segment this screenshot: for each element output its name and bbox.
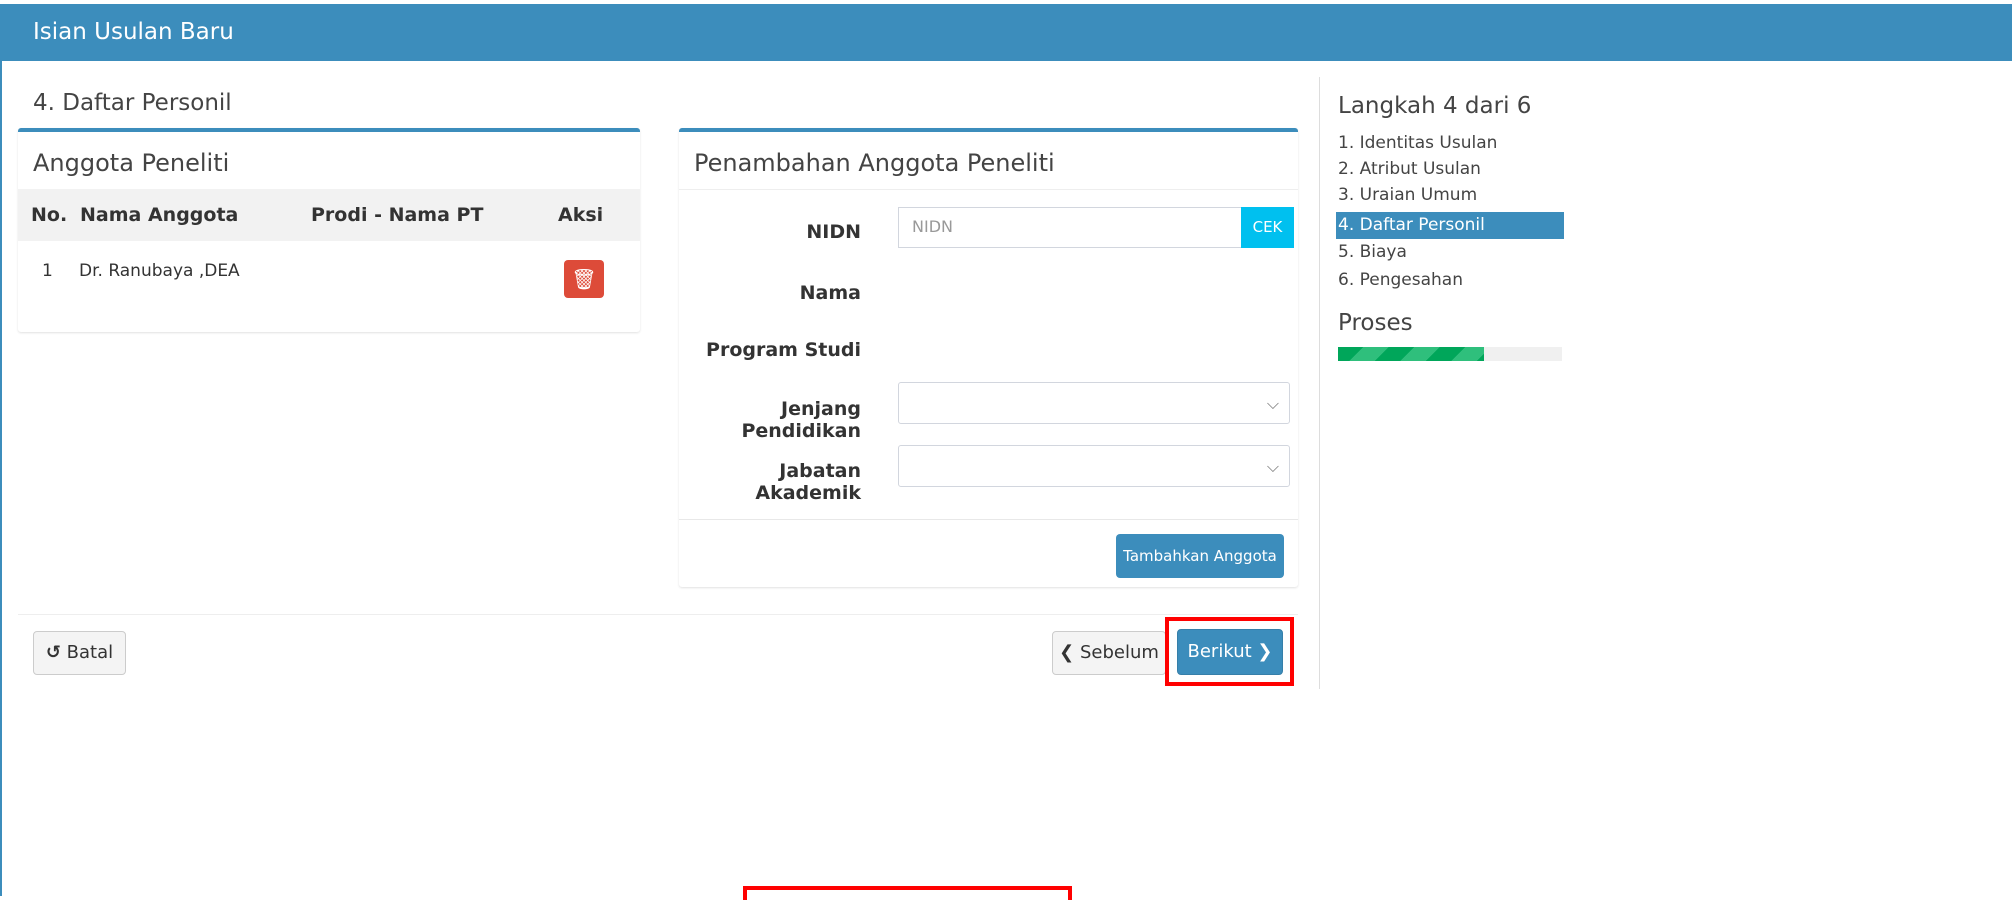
col-prodi: Prodi - Nama PT (311, 204, 484, 226)
sebelum-label: Sebelum (1079, 642, 1159, 663)
footer-divider (18, 614, 1298, 615)
progress-bar (1338, 347, 1562, 361)
chevron-down-icon: ⌵ (1266, 457, 1279, 476)
sidebar-divider (1319, 77, 1320, 689)
batal-button[interactable]: ↺ Batal (33, 631, 126, 675)
undo-icon: ↺ (45, 642, 61, 663)
table-header: No. Nama Anggota Prodi - Nama PT Aksi (18, 189, 640, 241)
nidn-input[interactable]: NIDN (898, 207, 1242, 248)
jenjang-label: Jenjang Pendidikan (741, 398, 861, 442)
proses-title: Proses (1338, 310, 1413, 336)
page-title: Isian Usulan Baru (33, 19, 234, 45)
nidn-label: NIDN (806, 221, 861, 243)
nama-label: Nama (799, 282, 861, 304)
delete-member-button[interactable]: 🗑 (564, 260, 604, 298)
highlight-bottom (743, 886, 1072, 900)
trash-icon: 🗑 (571, 267, 597, 291)
section-title: 4. Daftar Personil (33, 90, 232, 116)
jenjang-select[interactable]: ⌵ (898, 382, 1290, 424)
chevron-down-icon: ⌵ (1266, 394, 1279, 413)
step-item-biaya[interactable]: 5. Biaya (1338, 242, 1407, 262)
form-footer-divider (679, 519, 1298, 520)
step-item-daftar-personil[interactable]: 4. Daftar Personil (1336, 212, 1564, 239)
step-title: Langkah 4 dari 6 (1338, 93, 1532, 119)
progress-fill (1338, 347, 1484, 361)
batal-label: Batal (66, 642, 114, 663)
step-item-atribut[interactable]: 2. Atribut Usulan (1338, 159, 1481, 179)
page-header: Isian Usulan Baru (0, 4, 2012, 61)
step-item-pengesahan[interactable]: 6. Pengesahan (1338, 270, 1463, 290)
sebelum-button[interactable]: ❮ Sebelum (1052, 631, 1166, 675)
col-aksi: Aksi (558, 204, 604, 226)
jabatan-select[interactable]: ⌵ (898, 445, 1290, 487)
col-no: No. (31, 204, 68, 226)
step-item-uraian[interactable]: 3. Uraian Umum (1338, 185, 1477, 205)
chevron-left-icon: ❮ (1059, 642, 1075, 663)
tambahkan-anggota-button[interactable]: Tambahkan Anggota (1116, 534, 1284, 578)
row-nama: Dr. Ranubaya ,DEA (79, 261, 240, 281)
content-border (0, 61, 2, 896)
page: Isian Usulan Baru 4. Daftar Personil Ang… (0, 0, 2012, 900)
jabatan-label: Jabatan Akademik (755, 460, 861, 504)
anggota-box: Anggota Peneliti No. Nama Anggota Prodi … (18, 128, 640, 332)
row-no: 1 (42, 261, 53, 281)
form-divider (679, 189, 1298, 190)
penambahan-box: Penambahan Anggota Peneliti NIDN NIDN CE… (679, 128, 1298, 587)
col-nama: Nama Anggota (80, 204, 239, 226)
cek-button[interactable]: CEK (1241, 207, 1294, 248)
penambahan-title: Penambahan Anggota Peneliti (694, 149, 1055, 177)
berikut-label: Berikut (1187, 641, 1252, 662)
step-item-identitas[interactable]: 1. Identitas Usulan (1338, 133, 1497, 153)
anggota-title: Anggota Peneliti (33, 149, 230, 177)
chevron-right-icon: ❯ (1257, 641, 1273, 662)
berikut-button[interactable]: Berikut ❯ (1177, 629, 1283, 675)
program-studi-label: Program Studi (706, 339, 861, 361)
